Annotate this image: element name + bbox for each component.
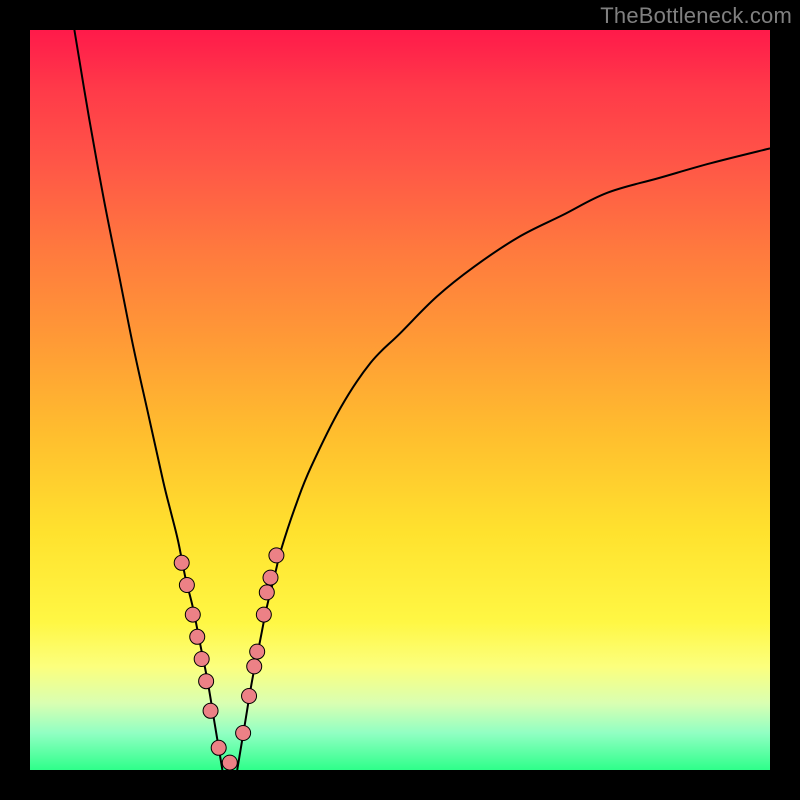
marker-point xyxy=(263,570,278,585)
marker-group xyxy=(174,548,284,770)
marker-point xyxy=(256,607,271,622)
chart-frame: TheBottleneck.com xyxy=(0,0,800,800)
marker-point xyxy=(185,607,200,622)
marker-point xyxy=(222,755,237,770)
chart-svg xyxy=(30,30,770,770)
marker-point xyxy=(250,644,265,659)
marker-point xyxy=(174,555,189,570)
marker-point xyxy=(190,629,205,644)
marker-point xyxy=(269,548,284,563)
marker-point xyxy=(179,578,194,593)
curve-right-arm xyxy=(237,148,770,770)
marker-point xyxy=(259,585,274,600)
marker-point xyxy=(236,726,251,741)
marker-point xyxy=(211,740,226,755)
marker-point xyxy=(242,689,257,704)
marker-point xyxy=(247,659,262,674)
watermark-label: TheBottleneck.com xyxy=(600,3,792,29)
marker-point xyxy=(199,674,214,689)
marker-point xyxy=(194,652,209,667)
marker-point xyxy=(203,703,218,718)
